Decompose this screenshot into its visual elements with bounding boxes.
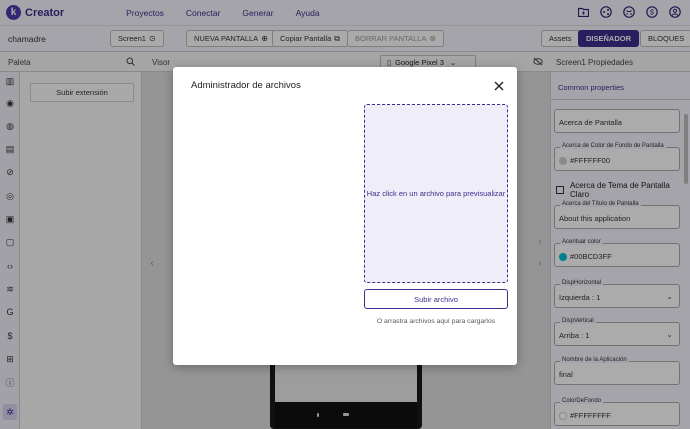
close-icon[interactable] bbox=[494, 79, 504, 93]
upload-file-button[interactable]: Subir archivo bbox=[364, 289, 508, 309]
dialog-title: Administrador de archivos bbox=[191, 80, 301, 91]
preview-hint: Haz click en un archivo para previsualiz… bbox=[366, 189, 506, 198]
drag-hint: O arrastra archivos aquí para cargarlos bbox=[376, 318, 496, 325]
preview-dropzone[interactable]: Haz click en un archivo para previsualiz… bbox=[364, 104, 508, 283]
file-manager-dialog: Administrador de archivos Haz click en u… bbox=[173, 67, 517, 365]
